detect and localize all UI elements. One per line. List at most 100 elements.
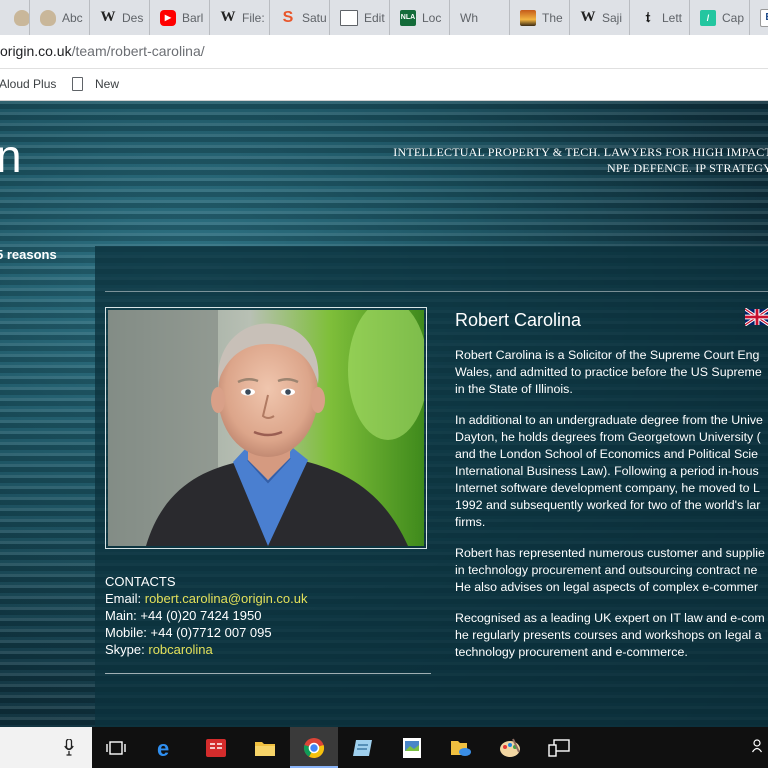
browser-tab[interactable]: 𝔱 Lett — [630, 0, 690, 35]
browser-tab[interactable]: ▶ Barl — [150, 0, 210, 35]
bookmark-label: New — [95, 77, 120, 91]
bio-paragraph: Recognised as a leading UK expert on IT … — [455, 610, 765, 661]
browser-tab[interactable]: Wh — [450, 0, 510, 35]
profile-panel: CONTACTS Email: robert.carolina@origin.c… — [95, 246, 768, 727]
file-explorer-icon[interactable] — [241, 727, 289, 768]
svg-text:e: e — [157, 737, 169, 759]
bio-line: in technology procurement and outsourcin… — [455, 563, 758, 577]
email-link[interactable]: robert.carolina@origin.co.uk — [145, 591, 308, 606]
uk-flag-icon[interactable] — [745, 308, 768, 326]
bio-line: and the London School of Economics and P… — [455, 447, 759, 461]
sidebar-link[interactable]: 5 reasons — [0, 247, 57, 262]
image-viewer-icon[interactable] — [388, 727, 436, 768]
browser-tab[interactable]: NLA Loc — [390, 0, 450, 35]
teal-icon: / — [700, 9, 716, 26]
connect-devices-icon[interactable] — [535, 727, 583, 768]
bookmark-new[interactable]: New — [72, 77, 119, 91]
tab-label: Satu — [302, 10, 327, 25]
tagline-line-2: NPE DEFENCE. IP STRATEGY — [606, 161, 768, 175]
document-icon — [72, 77, 83, 91]
skype-link[interactable]: robcarolina — [148, 642, 212, 657]
reader-app-icon[interactable] — [192, 727, 240, 768]
browser-tab[interactable]: The — [510, 0, 570, 35]
browser-tab[interactable]: Abc — [30, 0, 90, 35]
browser-tab[interactable]: W Saji — [570, 0, 630, 35]
bio-line: Recognised as a leading UK expert on IT … — [455, 611, 765, 625]
tab-label: Des — [122, 10, 144, 25]
tab-label: The — [542, 10, 563, 25]
browser-tab[interactable]: BAu — [750, 0, 768, 35]
browser-tab[interactable]: / Cap — [690, 0, 750, 35]
s-logo-icon: S — [282, 8, 294, 26]
microphone-icon[interactable] — [64, 739, 74, 756]
bio-line: Wales, and admitted to practice before t… — [455, 365, 762, 379]
email-row: Email: robert.carolina@origin.co.uk — [105, 590, 308, 607]
bio-line: International Business Law). Following a… — [455, 464, 759, 478]
bookmark-aloud-plus[interactable]: Aloud Plus — [0, 77, 56, 91]
divider — [105, 291, 768, 292]
taskbar: e — [0, 727, 768, 768]
browser-tab[interactable]: W File: — [210, 0, 270, 35]
hand-icon — [14, 9, 29, 26]
bio-line: Robert has represented numerous customer… — [455, 546, 765, 560]
tab-label: Abc — [62, 10, 83, 25]
mobile-phone: Mobile: +44 (0)7712 007 095 — [105, 625, 272, 640]
bio-line: in the State of Illinois. — [455, 382, 573, 396]
edge-browser-icon[interactable]: e — [142, 727, 190, 768]
tab-label: Barl — [182, 10, 204, 25]
bio-paragraphs: Robert Carolina is a Solicitor of the Su… — [455, 347, 765, 675]
chrome-icon[interactable] — [290, 727, 338, 768]
sunset-icon — [520, 9, 536, 26]
bio-line: In additional to an undergraduate degree… — [455, 413, 763, 427]
people-icon[interactable] — [751, 739, 768, 756]
url-domain: origin.co.uk — [0, 43, 72, 59]
browser-tab[interactable] — [0, 0, 30, 35]
browser-tab[interactable]: Edit — [330, 0, 390, 35]
bio-line: Dayton, he holds degrees from Georgetown… — [455, 430, 761, 444]
contacts-block: CONTACTS Email: robert.carolina@origin.c… — [105, 573, 308, 658]
bookmarks-bar: Aloud Plus New — [0, 69, 768, 101]
bio-line: technology procurement and e-commerce. — [455, 645, 688, 659]
web-page: n INTELLECTUAL PROPERTY & TECH. LAWYERS … — [0, 101, 768, 727]
site-logo[interactable]: n — [0, 129, 22, 183]
bio-line: He also advises on legal aspects of comp… — [455, 580, 759, 594]
bio-paragraph: Robert Carolina is a Solicitor of the Su… — [455, 347, 765, 398]
browser-tab[interactable]: S Satu — [270, 0, 330, 35]
tab-label: Lett — [662, 10, 683, 25]
paint-app-icon[interactable] — [486, 727, 534, 768]
bio-line: he regularly presents courses and worksh… — [455, 628, 762, 642]
wikipedia-icon: W — [220, 9, 236, 25]
divider — [105, 673, 431, 674]
portrait-image — [108, 310, 424, 546]
tab-label: File: — [242, 10, 265, 25]
url-path: /team/robert-carolina/ — [71, 43, 205, 59]
bio-line: 1992 and subsequently worked for two of … — [455, 498, 761, 512]
bio-line: Internet software development company, h… — [455, 481, 760, 495]
notes-app-icon[interactable] — [339, 727, 387, 768]
wikipedia-icon: W — [580, 9, 596, 25]
email-label: Email: — [105, 591, 145, 606]
browser-tab[interactable]: W Des — [90, 0, 150, 35]
task-view-icon[interactable] — [92, 727, 140, 768]
cloud-folder-icon[interactable] — [437, 727, 485, 768]
document-icon — [340, 9, 358, 26]
bookmark-label: Aloud Plus — [0, 77, 57, 91]
nyt-icon: 𝔱 — [645, 9, 651, 26]
wikipedia-icon: W — [100, 9, 116, 25]
profile-name: Robert Carolina — [455, 310, 582, 330]
bio-paragraph: Robert has represented numerous customer… — [455, 545, 765, 596]
tab-label: Loc — [422, 10, 442, 25]
tab-strip: Abc W Des ▶ Barl W File: S Satu Edit NLA Loc Wh The W S… — [0, 0, 768, 35]
tab-label: Saji — [602, 10, 623, 25]
main-phone: Main: +44 (0)20 7424 1950 — [105, 608, 262, 623]
address-bar[interactable]: origin.co.uk/team/robert-carolina/ — [0, 35, 768, 69]
url-text[interactable]: origin.co.uk/team/robert-carolina/ — [0, 43, 205, 59]
tab-label: Wh — [460, 10, 478, 25]
profile-photo — [105, 307, 427, 549]
bio-line: Robert Carolina is a Solicitor of the Su… — [455, 348, 760, 362]
taskbar-search[interactable] — [0, 727, 92, 768]
tab-label: Edit — [364, 10, 385, 25]
skype-row: Skype: robcarolina — [105, 641, 308, 658]
site-tagline: INTELLECTUAL PROPERTY & TECH. LAWYERS FO… — [393, 144, 768, 176]
tagline-line-1: INTELLECTUAL PROPERTY & TECH. LAWYERS FO… — [393, 145, 768, 159]
